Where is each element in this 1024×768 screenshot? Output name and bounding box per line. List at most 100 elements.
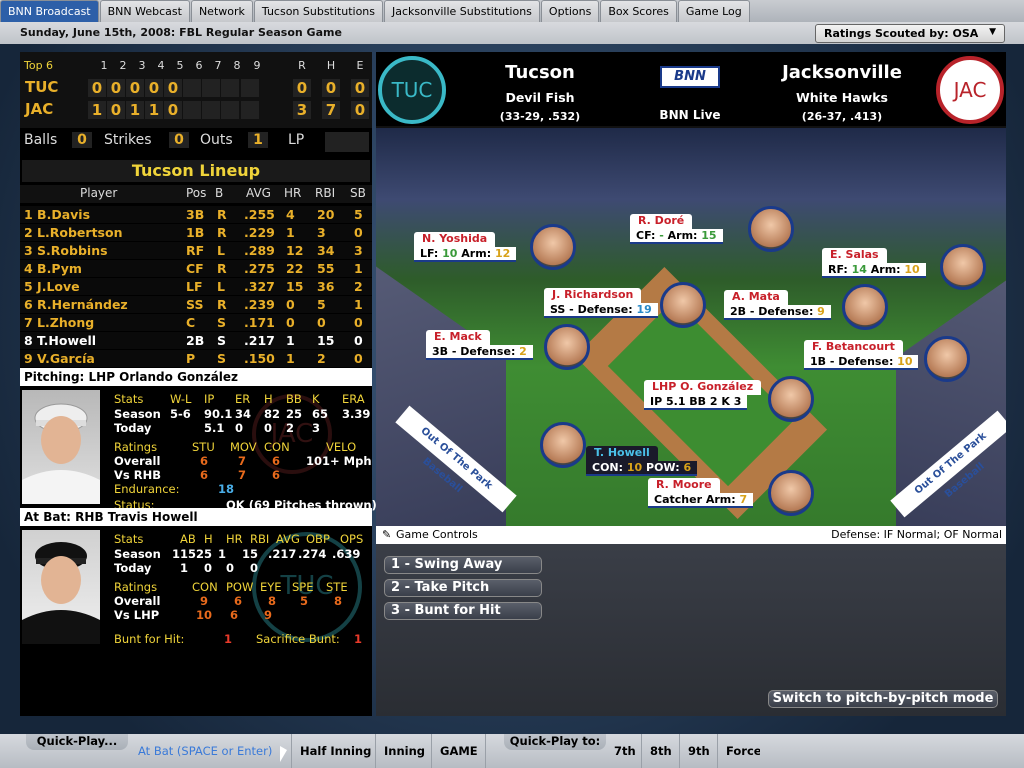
inning-header-1: 1 — [100, 59, 108, 72]
lineup-row[interactable]: 8 T.Howell 2B S .217 1 15 0 — [20, 332, 372, 349]
fielder-portrait — [544, 324, 590, 370]
fielder-portrait — [530, 224, 576, 270]
away-rhe: 0 — [351, 79, 369, 97]
ratings-scout-dropdown[interactable]: Ratings Scouted by: OSA ▼ — [815, 24, 1005, 43]
pitcher-stat-head: BB — [286, 392, 302, 406]
batter-today-stat: 0 — [250, 561, 259, 575]
tab-jacksonville-substitutions[interactable]: Jacksonville Substitutions — [384, 0, 540, 22]
pitcher-stats-label: Stats — [114, 392, 144, 406]
lineup-rbi: 3 — [317, 225, 326, 240]
lineup-row[interactable]: 9 V.García P S .150 1 2 0 — [20, 350, 372, 367]
home-score-row: JAC 1 0 1 1 0 3 7 0 — [20, 100, 372, 120]
pitcher-overall-label: Overall — [114, 454, 161, 468]
lineup-row[interactable]: 4 B.Pym CF R .275 22 55 1 — [20, 260, 372, 277]
outs-value: 1 — [248, 132, 268, 148]
tab-options[interactable]: Options — [540, 0, 600, 22]
batter-season-stat: .274 — [298, 547, 327, 561]
pitcher-season-stat: 25 — [286, 407, 303, 421]
pitcher-today-label: Today — [114, 421, 152, 435]
lineup-title: Tucson Lineup — [22, 160, 370, 182]
lineup-avg: .289 — [244, 243, 275, 258]
away-city: Tucson — [505, 62, 575, 83]
lineup-row[interactable]: 1 B.Davis 3B R .255 4 20 5 — [20, 206, 372, 223]
batter-rating-head: STE — [326, 580, 348, 594]
lineup-sb: 1 — [354, 261, 363, 276]
lineup-hr: 22 — [286, 261, 304, 276]
home-city: Jacksonville — [782, 62, 902, 83]
bunt-for-hit-button[interactable]: 3 - Bunt for Hit — [384, 602, 542, 620]
fielder-value: 10 — [626, 461, 643, 474]
away-inning-6 — [183, 79, 201, 97]
chevron-down-icon: ▼ — [989, 27, 996, 37]
take-pitch-button[interactable]: 2 - Take Pitch — [384, 579, 542, 597]
batter-stat-head: AB — [180, 532, 196, 546]
lineup-hr: 1 — [286, 333, 295, 348]
fielder-info-label: Arm: — [457, 247, 495, 260]
lineup-row[interactable]: 7 L.Zhong C S .171 0 0 0 — [20, 314, 372, 331]
batter-season-stat: 1 — [218, 547, 227, 561]
batter-stat-head: AVG — [276, 532, 300, 546]
lineup-hr: 0 — [286, 315, 295, 330]
lineup-row[interactable]: 3 S.Robbins RF L .289 12 34 3 — [20, 242, 372, 259]
seventh-button[interactable]: 7th — [608, 734, 642, 768]
pitcher-stat-head: ER — [235, 392, 251, 406]
lineup-sb: 0 — [354, 315, 363, 330]
half-inning-button[interactable]: Half Inning — [294, 734, 376, 768]
scout-dropdown-value: Ratings Scouted by: OSA — [824, 27, 979, 40]
fielder-portrait — [540, 422, 586, 468]
inning-button[interactable]: Inning — [378, 734, 432, 768]
tab-box-scores[interactable]: Box Scores — [600, 0, 677, 22]
tab-bnn-broadcast[interactable]: BNN Broadcast — [0, 0, 99, 22]
lineup-pos: CF — [186, 261, 204, 276]
swing-away-button[interactable]: 1 - Swing Away — [384, 556, 542, 574]
batter-vs-rating: 6 — [230, 608, 239, 622]
fielder-portrait — [768, 376, 814, 422]
batter-season-label: Season — [114, 547, 161, 561]
col-rbi: RBI — [315, 186, 336, 200]
lineup-row[interactable]: 5 J.Love LF L .327 15 36 2 — [20, 278, 372, 295]
lineup-name: 2 L.Robertson — [24, 225, 123, 240]
pitcher-rating-head: MOV — [230, 440, 257, 454]
tab-network[interactable]: Network — [190, 0, 253, 22]
mouse-cursor-icon — [280, 746, 287, 762]
sac-bunt-value: 1 — [354, 632, 363, 646]
defense-setting: Defense: IF Normal; OF Normal — [831, 528, 1002, 541]
game-button[interactable]: GAME — [434, 734, 486, 768]
col-hr: HR — [284, 186, 302, 200]
pitcher-overall-rating: 101+ Mph — [306, 454, 372, 468]
lineup-pos: RF — [186, 243, 205, 258]
lineup-b: S — [217, 315, 227, 330]
lineup-b: S — [217, 333, 227, 348]
lineup-rbi: 15 — [317, 333, 335, 348]
lineup-avg: .150 — [244, 351, 275, 366]
batter-title: At Bat: RHB Travis Howell — [20, 508, 372, 526]
lineup-row[interactable]: 2 L.Robertson 1B R .229 1 3 0 — [20, 224, 372, 241]
at-bat-button[interactable]: At Bat (SPACE or Enter) — [132, 734, 292, 768]
eighth-button[interactable]: 8th — [644, 734, 680, 768]
home-inning-3: 1 — [126, 101, 144, 119]
lineup-hr: 12 — [286, 243, 304, 258]
ninth-button[interactable]: 9th — [682, 734, 718, 768]
pitcher-ratings-label: Ratings — [114, 440, 158, 454]
lineup-pos: 2B — [186, 333, 205, 348]
home-inning-8 — [221, 101, 239, 119]
tab-bnn-webcast[interactable]: BNN Webcast — [99, 0, 190, 22]
quick-play-to-tab[interactable]: Quick-Play to: — [504, 734, 606, 750]
away-inning-2: 0 — [107, 79, 125, 97]
force-button[interactable]: Force — [720, 734, 760, 768]
tab-tucson-substitutions[interactable]: Tucson Substitutions — [253, 0, 384, 22]
quick-play-tab[interactable]: Quick-Play... — [26, 734, 128, 750]
away-inning-5: 0 — [164, 79, 182, 97]
home-inning-1: 1 — [88, 101, 106, 119]
pitch-by-pitch-button[interactable]: Switch to pitch-by-pitch mode — [768, 690, 998, 708]
fielder-name: E. Mack — [426, 330, 490, 345]
fielder-portrait — [748, 206, 794, 252]
lineup-sb: 0 — [354, 225, 363, 240]
header-bar: Sunday, June 15th, 2008: FBL Regular Sea… — [0, 22, 1024, 44]
lineup-row[interactable]: 6 R.Hernández SS R .239 0 5 1 — [20, 296, 372, 313]
tab-game-log[interactable]: Game Log — [677, 0, 750, 22]
batter-vs-label: Vs LHP — [114, 608, 160, 622]
sac-bunt-label: Sacrifice Bunt: — [256, 632, 340, 646]
lineup-avg: .255 — [244, 207, 275, 222]
fielder-info: Catcher Arm: 7 — [648, 493, 754, 508]
